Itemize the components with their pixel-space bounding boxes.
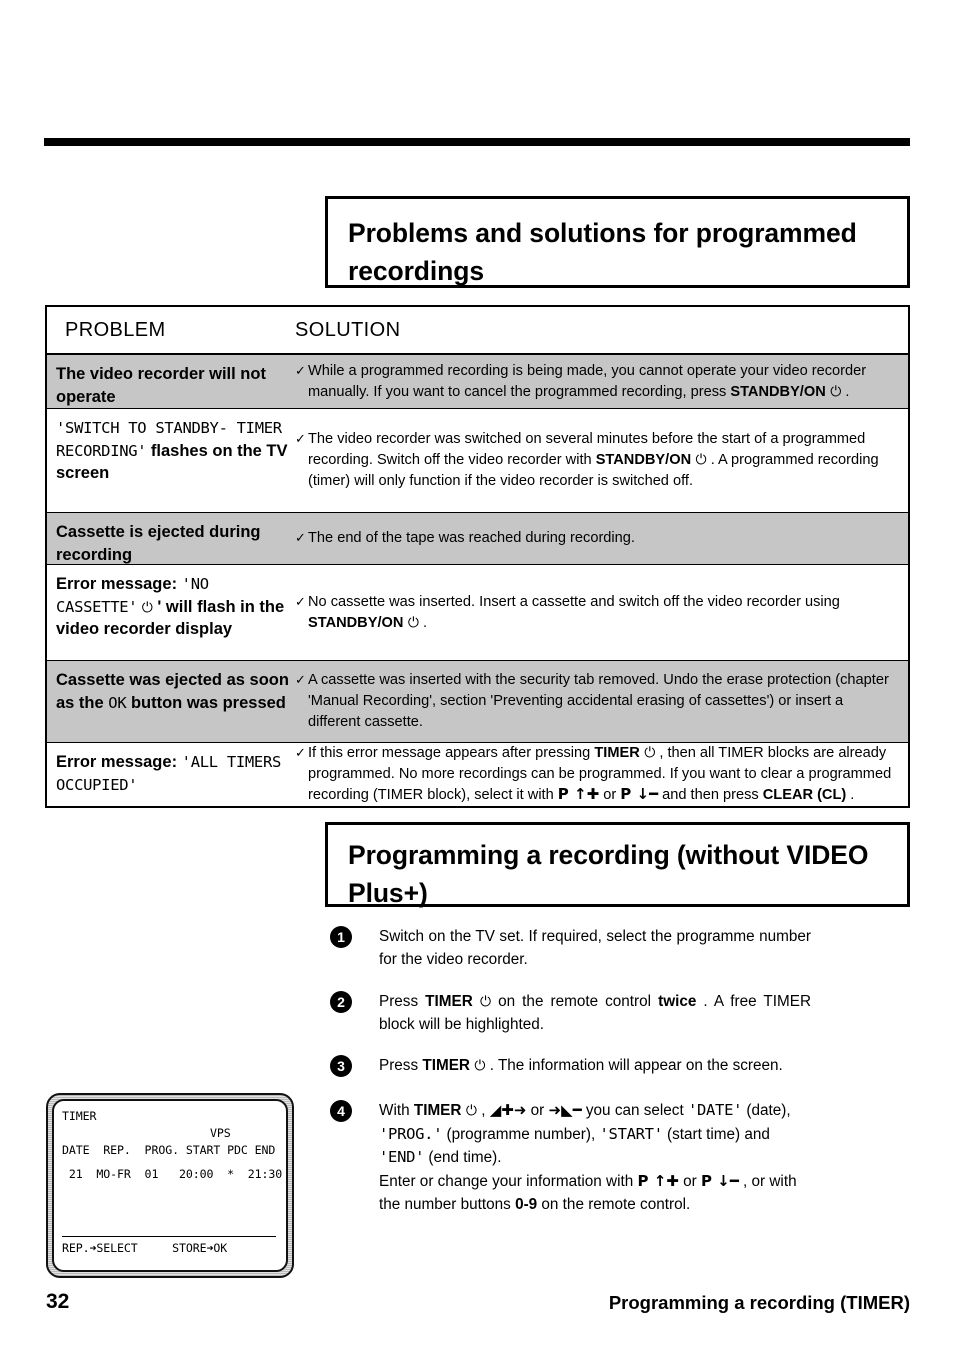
list-item: 1 Switch on the TV set. If required, sel…	[330, 925, 910, 972]
column-header-problem: PROBLEM	[65, 318, 166, 341]
table-row: Cassette was ejected as soon as the OK b…	[47, 661, 908, 743]
problem-cell: 'SWITCH TO STANDBY- TIMER RECORDING' fla…	[56, 419, 288, 483]
solution-cell: ✓ The video recorder was switched on sev…	[295, 409, 908, 512]
checkmark-icon: ✓	[295, 431, 306, 447]
solution-text: If this error message appears after pres…	[308, 744, 892, 804]
solution-text: No cassette was inserted. Insert a casse…	[308, 593, 840, 631]
step-text: Press TIMER ⏻ . The information will app…	[379, 1057, 783, 1075]
solution-cell: ✓ If this error message appears after pr…	[295, 743, 908, 806]
checkmark-icon: ✓	[295, 744, 306, 760]
problem-cell: Cassette was ejected as soon as the OK b…	[56, 671, 289, 712]
osd-title: TIMER	[62, 1109, 97, 1123]
checkmark-icon: ✓	[295, 530, 306, 546]
page-title-problems: Problems and solutions for programmed re…	[348, 218, 857, 286]
list-item: 2 Press TIMER ⏻ on the remote control tw…	[330, 990, 910, 1037]
osd-footer-hints: REP.➜SELECT STORE➜OK	[62, 1235, 276, 1256]
tv-screen-illustration: TIMER VPS DATE REP. PROG. START PDC END …	[46, 1093, 294, 1278]
step-text: With TIMER ⏻ , ◢✚➜ or ➜◣━ you can select…	[379, 1101, 797, 1214]
solution-text: The end of the tape was reached during r…	[308, 530, 635, 547]
list-item: 4 With TIMER ⏻ , ◢✚➜ or ➜◣━ you can sele…	[330, 1099, 910, 1216]
column-header-solution: SOLUTION	[295, 318, 401, 341]
solution-cell: ✓ A cassette was inserted with the secur…	[295, 661, 908, 742]
table-row: Error message: 'ALL TIMERS OCCUPIED' ✓ I…	[47, 743, 908, 806]
step-text: Press TIMER ⏻ on the remote control twic…	[379, 992, 811, 1033]
page-title-programming: Programming a recording (without VIDEO P…	[348, 840, 869, 908]
solution-text: The video recorder was switched on sever…	[308, 431, 879, 489]
problem-cell: Error message: 'NO CASSETTE' ⏻ ' will fl…	[56, 575, 285, 639]
table-row: Cassette is ejected during recording ✓ T…	[47, 513, 908, 565]
osd-column-headers: DATE REP. PROG. START PDC END	[62, 1142, 276, 1157]
step-number-badge: 1	[330, 926, 352, 948]
manual-page: Problems and solutions for programmed re…	[0, 0, 954, 1351]
top-rule-divider	[44, 138, 910, 146]
section-heading-programming: Programming a recording (without VIDEO P…	[325, 822, 910, 908]
step-number-badge: 4	[330, 1100, 352, 1123]
problem-cell: The video recorder will not operate	[56, 365, 266, 406]
step-number-badge: 2	[330, 990, 352, 1013]
instruction-steps: 1 Switch on the TV set. If required, sel…	[330, 925, 910, 1234]
table-header-row: PROBLEM SOLUTION	[47, 307, 908, 355]
step-text: Switch on the TV set. If required, selec…	[379, 928, 811, 969]
problems-solutions-table: PROBLEM SOLUTION The video recorder will…	[45, 305, 910, 808]
footer-title: Programming a recording (TIMER)	[608, 1292, 910, 1313]
table-row: Error message: 'NO CASSETTE' ⏻ ' will fl…	[47, 565, 908, 661]
osd-vps-label: VPS	[210, 1126, 231, 1141]
table-row: The video recorder will not operate ✓ Wh…	[47, 355, 908, 409]
page-number: 32	[46, 1290, 70, 1313]
problem-cell: Error message: 'ALL TIMERS OCCUPIED'	[56, 753, 282, 794]
checkmark-icon: ✓	[295, 672, 306, 688]
solution-cell: ✓ While a programmed recording is being …	[295, 355, 908, 408]
checkmark-icon: ✓	[295, 362, 306, 378]
tv-osd-screen: TIMER VPS DATE REP. PROG. START PDC END …	[52, 1099, 288, 1272]
solution-cell: ✓ The end of the tape was reached during…	[295, 513, 908, 564]
section-heading-problems: Problems and solutions for programmed re…	[325, 196, 910, 288]
solution-cell: ✓ No cassette was inserted. Insert a cas…	[295, 565, 908, 660]
table-row: 'SWITCH TO STANDBY- TIMER RECORDING' fla…	[47, 409, 908, 513]
osd-timer-entry: 21 MO-FR 01 20:00 * 21:30	[62, 1167, 283, 1182]
list-item: 3 Press TIMER ⏻ . The information will a…	[330, 1054, 910, 1078]
step-number-badge: 3	[330, 1055, 352, 1078]
solution-text: While a programmed recording is being ma…	[308, 362, 867, 400]
problem-cell: Cassette is ejected during recording	[56, 523, 261, 564]
checkmark-icon: ✓	[295, 593, 306, 609]
solution-text: A cassette was inserted with the securit…	[308, 672, 889, 730]
